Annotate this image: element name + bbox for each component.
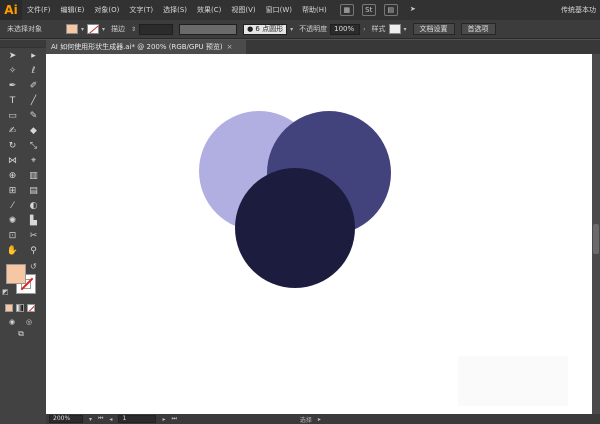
chevron-right-icon[interactable]: ▸: [318, 416, 321, 423]
previous-artboard-icon[interactable]: ◂: [109, 416, 112, 423]
none-mode-icon[interactable]: [27, 304, 35, 312]
status-bar: 200% ▾ ⏮ ◂ 1 ▸ ⏭ 选择 ▸: [46, 414, 600, 424]
draw-behind-icon[interactable]: ◎: [22, 316, 36, 328]
eraser-tool-icon[interactable]: ◆: [27, 125, 41, 137]
arrange-documents-icon[interactable]: ▤: [383, 4, 398, 16]
swap-fill-stroke-icon[interactable]: ↺: [30, 262, 37, 271]
document-tab[interactable]: AI 如何使用形状生成器.ai* @ 200% (RGB/GPU 预览) ×: [46, 40, 246, 54]
fill-stroke-area: ↺ ◩: [0, 262, 46, 302]
graphic-style-swatch[interactable]: [388, 24, 401, 34]
hand-tool-icon[interactable]: ✋: [6, 245, 20, 257]
line-tool-icon[interactable]: ╱: [27, 95, 41, 107]
menu-help[interactable]: 帮助(H): [297, 5, 332, 15]
blend-tool-icon[interactable]: ◐: [27, 200, 41, 212]
lasso-tool-icon[interactable]: ℓ: [27, 65, 41, 77]
brush-definition[interactable]: ● 6 点圆形: [243, 23, 288, 35]
screen-mode-icon[interactable]: ⧉: [14, 328, 28, 340]
rectangle-tool-icon[interactable]: ▭: [6, 110, 20, 122]
menu-edit[interactable]: 编辑(E): [56, 5, 90, 15]
color-mode-icon[interactable]: [5, 304, 13, 312]
app-logo: Ai: [0, 0, 22, 20]
chevron-down-icon[interactable]: ▾: [404, 26, 407, 33]
dark-navy-circle[interactable]: [235, 168, 355, 288]
menu-type[interactable]: 文字(T): [124, 5, 158, 15]
chevron-down-icon[interactable]: ▾: [89, 416, 92, 423]
slice-tool-icon[interactable]: ✂: [27, 230, 41, 242]
stroke-color-swatch[interactable]: [87, 24, 100, 34]
perspective-grid-tool-icon[interactable]: ▥: [27, 170, 41, 182]
paintbrush-tool-icon[interactable]: ✎: [27, 110, 41, 122]
menu-file[interactable]: 文件(F): [22, 5, 56, 15]
free-transform-tool-icon[interactable]: ⌖: [27, 155, 41, 167]
variable-width-profile[interactable]: [179, 23, 238, 35]
style-label: 样式: [371, 25, 386, 33]
magic-wand-tool-icon[interactable]: ✧: [6, 65, 20, 77]
close-icon[interactable]: ×: [227, 43, 233, 51]
bridge-icon[interactable]: ▦: [339, 4, 354, 16]
workspace-switcher[interactable]: 传统基本功: [561, 0, 596, 20]
watermark-area: [458, 356, 568, 406]
zoom-tool-icon[interactable]: ⚲: [27, 245, 41, 257]
chevron-down-icon[interactable]: ▾: [102, 26, 105, 33]
stepper-icon[interactable]: ⇕: [131, 26, 136, 33]
curvature-tool-icon[interactable]: ✐: [27, 80, 41, 92]
type-tool-icon[interactable]: T: [6, 95, 20, 107]
selection-status: 未选择对象: [7, 25, 42, 33]
draw-normal-icon[interactable]: ◉: [5, 316, 19, 328]
width-tool-icon[interactable]: ⋈: [6, 155, 20, 167]
artboard-canvas[interactable]: [46, 54, 592, 414]
chevron-right-icon[interactable]: ›: [363, 26, 365, 33]
symbol-sprayer-tool-icon[interactable]: ✺: [6, 215, 20, 227]
fill-color-swatch[interactable]: [66, 24, 78, 34]
opacity-field[interactable]: 100%: [330, 23, 361, 35]
default-fill-stroke-icon[interactable]: ◩: [2, 288, 9, 296]
direct-selection-tool-icon[interactable]: ▸: [27, 50, 41, 62]
scrollbar-thumb[interactable]: [593, 224, 599, 254]
menu-view[interactable]: 视图(V): [226, 5, 260, 15]
send-icon[interactable]: ➤: [406, 4, 420, 16]
last-artboard-icon[interactable]: ⏭: [171, 415, 176, 423]
opacity-label: 不透明度: [299, 25, 328, 33]
document-setup-button[interactable]: 文档设置: [412, 23, 455, 35]
shape-builder-tool-icon[interactable]: ⊕: [6, 170, 20, 182]
menu-select[interactable]: 选择(S): [158, 5, 192, 15]
artboard-tool-icon[interactable]: ⊡: [6, 230, 20, 242]
fill-swatch[interactable]: [6, 264, 26, 284]
gradient-mode-icon[interactable]: [16, 304, 24, 312]
gradient-tool-icon[interactable]: ▤: [27, 185, 41, 197]
eyedropper-tool-icon[interactable]: ⁄: [6, 200, 20, 212]
scale-tool-icon[interactable]: ⤡: [27, 140, 41, 152]
artboard-number-field[interactable]: 1: [118, 415, 157, 423]
panel-grip[interactable]: [0, 40, 46, 48]
stroke-weight-field[interactable]: [139, 23, 174, 35]
stock-icon[interactable]: St: [361, 4, 376, 16]
chevron-down-icon[interactable]: ▾: [290, 26, 293, 33]
pen-tool-icon[interactable]: ✒: [6, 80, 20, 92]
preferences-button[interactable]: 首选项: [460, 23, 496, 35]
chevron-down-icon[interactable]: ▾: [81, 26, 84, 33]
menu-bar: Ai 文件(F) 编辑(E) 对象(O) 文字(T) 选择(S) 效果(C) 视…: [0, 0, 600, 20]
column-graph-tool-icon[interactable]: ▙: [27, 215, 41, 227]
zoom-field[interactable]: 200%: [49, 415, 83, 423]
menu-window[interactable]: 窗口(W): [261, 5, 297, 15]
next-artboard-icon[interactable]: ▸: [162, 416, 165, 423]
selection-tool-icon[interactable]: ➤: [6, 50, 20, 62]
document-tab-bar: AI 如何使用形状生成器.ai* @ 200% (RGB/GPU 预览) ×: [46, 40, 600, 54]
document-tab-title: AI 如何使用形状生成器.ai* @ 200% (RGB/GPU 预览): [51, 43, 223, 51]
mesh-tool-icon[interactable]: ⊞: [6, 185, 20, 197]
rotate-tool-icon[interactable]: ↻: [6, 140, 20, 152]
shaper-tool-icon[interactable]: ✍: [6, 125, 20, 137]
menu-object[interactable]: 对象(O): [89, 5, 124, 15]
vertical-scrollbar[interactable]: [592, 54, 600, 414]
brush-label: 6 点圆形: [255, 24, 284, 33]
menu-effect[interactable]: 效果(C): [192, 5, 226, 15]
first-artboard-icon[interactable]: ⏮: [98, 415, 103, 423]
tools-panel: ➤ ▸ ✧ ℓ ✒ ✐ T ╱ ▭ ✎ ✍ ◆ ↻ ⤡ ⋈ ⌖ ⊕ ▥ ⊞ ▤ ⁄ ◐ ✺ ▙ ⊡ ✂ ✋…: [0, 40, 46, 424]
control-bar: 未选择对象 ▾ ▾ 描边 ⇕ ● 6 点圆形 ▾ 不透明度 100% › 样式 …: [0, 20, 600, 39]
current-tool-label: 选择: [299, 416, 312, 424]
stroke-label[interactable]: 描边: [111, 24, 125, 34]
